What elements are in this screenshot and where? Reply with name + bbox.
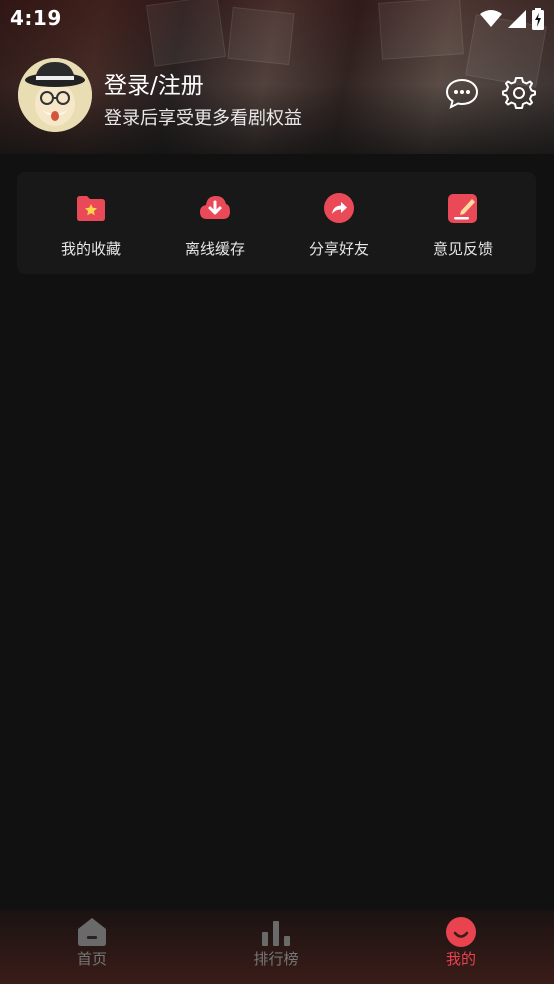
- favorites-button[interactable]: 我的收藏: [29, 172, 153, 274]
- nav-ranking[interactable]: 排行榜: [216, 910, 336, 984]
- avatar-image: [18, 58, 92, 132]
- wifi-icon: [480, 10, 502, 27]
- folder-star-icon: [77, 196, 105, 221]
- feedback-label: 意见反馈: [432, 240, 493, 258]
- bottom-nav: 首页 排行榜 我的: [0, 910, 554, 984]
- battery-icon: [532, 8, 544, 30]
- edit-note-icon: [448, 194, 477, 223]
- login-subtitle: 登录后享受更多看剧权益: [104, 108, 302, 129]
- smile-icon: [446, 917, 476, 947]
- avatar[interactable]: [18, 58, 92, 132]
- quick-actions-card: 我的收藏 离线缓存 分享好友 意见反馈: [17, 172, 536, 274]
- status-bar: 4:19: [0, 0, 554, 38]
- bar-chart-icon: [262, 921, 290, 946]
- message-button[interactable]: [445, 76, 479, 110]
- home-icon: [78, 918, 106, 946]
- offline-cache-button[interactable]: 离线缓存: [153, 172, 277, 274]
- status-time: 4:19: [10, 6, 62, 30]
- nav-home-label: 首页: [76, 950, 107, 968]
- nav-ranking-label: 排行榜: [253, 950, 299, 968]
- favorites-label: 我的收藏: [60, 240, 121, 258]
- nav-home[interactable]: 首页: [32, 910, 152, 984]
- share-arrow-icon: [324, 193, 354, 223]
- chat-bubble-icon: [445, 78, 479, 109]
- gear-icon: [502, 77, 536, 109]
- nav-mine-label: 我的: [445, 950, 476, 968]
- login-title[interactable]: 登录/注册: [104, 66, 204, 100]
- nav-mine[interactable]: 我的: [401, 910, 521, 984]
- offline-cache-label: 离线缓存: [184, 240, 245, 258]
- share-friends-label: 分享好友: [308, 240, 369, 258]
- cloud-download-icon: [200, 196, 230, 219]
- settings-button[interactable]: [502, 76, 536, 110]
- share-friends-button[interactable]: 分享好友: [277, 172, 401, 274]
- status-icons: [480, 8, 544, 30]
- signal-icon: [508, 10, 526, 28]
- feedback-button[interactable]: 意见反馈: [401, 172, 525, 274]
